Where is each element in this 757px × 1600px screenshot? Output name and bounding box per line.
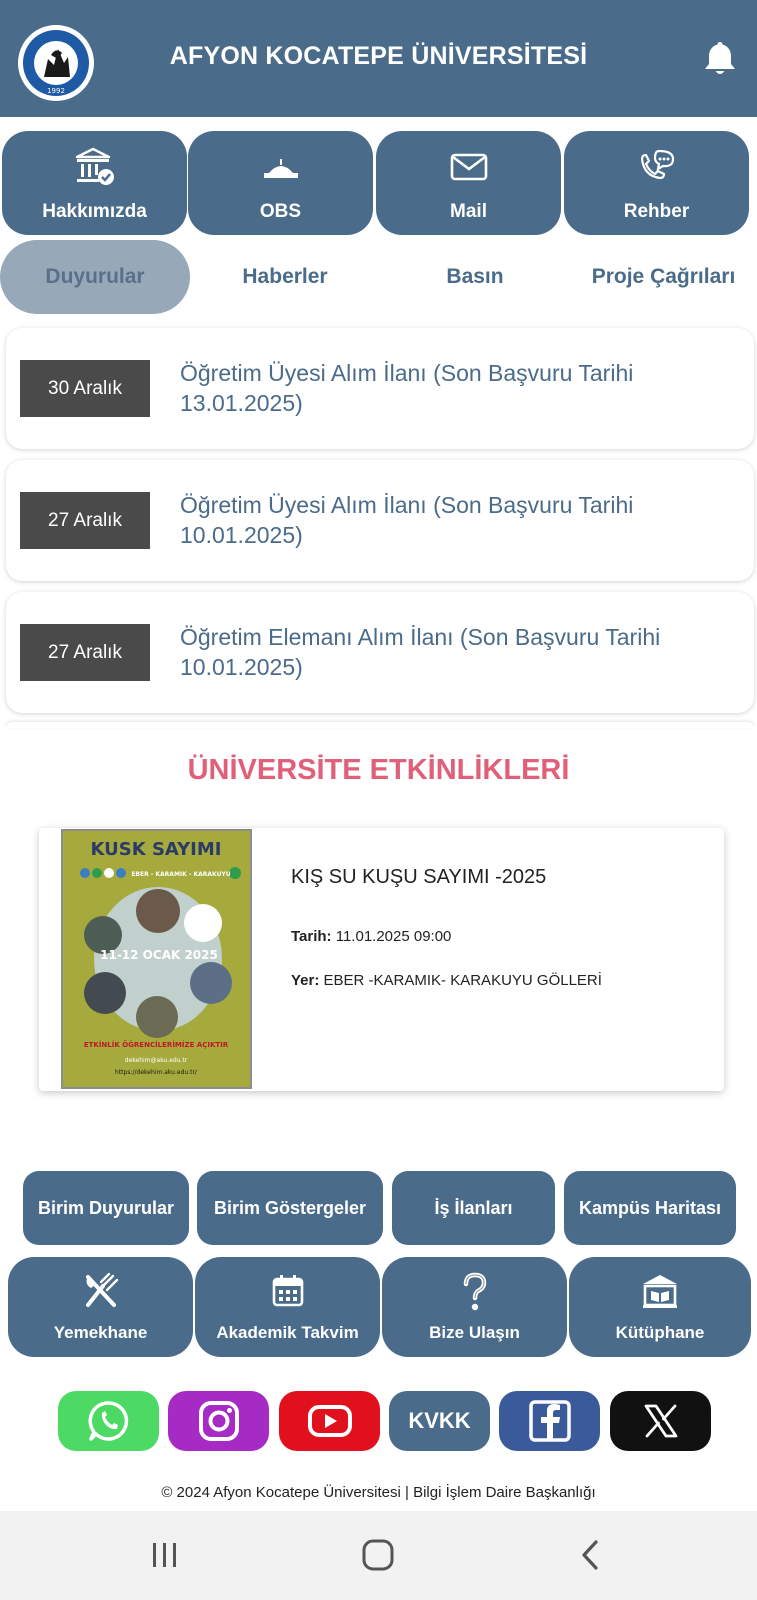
event-place-value: EBER -KARAMIK- KARAKUYU GÖLLERİ	[323, 972, 602, 989]
hakkimizda-button[interactable]: Hakkımızda	[2, 131, 187, 235]
university-logo-icon: 1992	[20, 27, 92, 99]
announcement-item[interactable]: 30 Aralık Öğretim Üyesi Alım İlanı (Son …	[6, 328, 754, 449]
recent-apps-icon	[153, 1543, 176, 1567]
birim-gostergeler-button[interactable]: Birim Göstergeler	[197, 1171, 383, 1245]
akademik-takvim-button[interactable]: Akademik Takvim	[195, 1257, 380, 1357]
building-icon	[263, 159, 298, 178]
poster-note: ETKİNLİK ÖĞRENCİLERİMİZE AÇIKTIR	[84, 1040, 229, 1049]
event-poster-image: KUSK SAYIMI EBER - KARAMIK - KARAKUYU 11…	[63, 831, 250, 1087]
kutuphane-label: Kütüphane	[615, 1323, 705, 1342]
app-header: 1992 AFYON KOCATEPE ÜNİVERSİTESİ	[0, 0, 757, 117]
bize-ulasin-label: Bize Ulaşın	[429, 1323, 520, 1342]
announcement-title: Öğretim Üyesi Alım İlanı (Son Başvuru Ta…	[180, 360, 634, 416]
home-icon	[362, 1539, 394, 1571]
announcement-date: 30 Aralık	[20, 360, 150, 417]
event-place-row: Yer: EBER -KARAMIK- KARAKUYU GÖLLERİ	[291, 972, 602, 989]
mail-label: Mail	[450, 201, 487, 222]
poster-url: https://dekehim.aku.edu.tr/	[115, 1069, 198, 1076]
tab-duyurular[interactable]: Duyurular	[0, 240, 190, 314]
calendar-icon	[272, 1275, 303, 1307]
event-date-label: Tarih:	[291, 928, 332, 945]
kutuphane-button[interactable]: Kütüphane	[569, 1257, 751, 1357]
system-navigation-bar	[0, 1511, 757, 1600]
event-date-row: Tarih: 11.01.2025 09:00	[291, 928, 451, 945]
announcement-title: Öğretim Üyesi Alım İlanı (Son Başvuru Ta…	[180, 492, 634, 548]
event-place-label: Yer:	[291, 972, 320, 989]
poster-heading: KUSK SAYIMI	[91, 839, 222, 860]
announcement-item[interactable]: 27 Aralık Öğretim Elemanı Alım İlanı (So…	[6, 592, 754, 713]
phone-chat-icon	[640, 149, 674, 180]
obs-button[interactable]: OBS	[188, 131, 373, 235]
facebook-icon	[528, 1400, 571, 1442]
event-card[interactable]: KUSK SAYIMI EBER - KARAMIK - KARAKUYU 11…	[39, 828, 724, 1091]
x-logo-icon	[644, 1404, 677, 1438]
announcement-date: 27 Aralık	[20, 492, 150, 549]
poster-email: dekehim@aku.edu.tr	[125, 1057, 188, 1064]
poster-sub: EBER - KARAMIK - KARAKUYU	[131, 871, 230, 878]
university-logo[interactable]: 1992	[18, 25, 94, 101]
envelope-icon	[450, 153, 487, 181]
bell-icon	[705, 42, 735, 74]
yemekhane-button[interactable]: Yemekhane	[8, 1257, 193, 1357]
recent-apps-button[interactable]	[143, 1533, 187, 1577]
youtube-button[interactable]	[279, 1391, 380, 1451]
announcement-title: Öğretim Elemanı Alım İlanı (Son Başvuru …	[180, 624, 661, 680]
footer-text: © 2024 Afyon Kocatepe Üniversitesi | Bil…	[161, 1484, 596, 1501]
home-button[interactable]	[356, 1533, 400, 1577]
facebook-button[interactable]	[499, 1391, 600, 1451]
event-title: KIŞ SU KUŞU SAYIMI -2025	[291, 866, 547, 888]
youtube-icon	[307, 1405, 352, 1437]
back-chevron-icon	[582, 1540, 598, 1570]
tab-proje-cagrilari[interactable]: Proje Çağrıları	[570, 240, 757, 314]
back-button[interactable]	[568, 1533, 612, 1577]
tab-haberler[interactable]: Haberler	[190, 240, 380, 314]
tab-basin[interactable]: Basın	[380, 240, 570, 314]
is-ilanlari-button[interactable]: İş İlanları	[392, 1171, 555, 1245]
instagram-icon	[198, 1401, 239, 1441]
announcement-list-edge	[6, 722, 754, 728]
announcement-item[interactable]: 27 Aralık Öğretim Üyesi Alım İlanı (Son …	[6, 460, 754, 581]
events-section-title: ÜNİVERSİTE ETKİNLİKLERİ	[187, 754, 570, 786]
hakkimizda-label: Hakkımızda	[42, 201, 147, 222]
kvkk-button[interactable]: KVKK	[389, 1391, 490, 1451]
kampus-haritasi-button[interactable]: Kampüs Haritası	[564, 1171, 736, 1245]
library-icon	[643, 1275, 677, 1308]
university-check-icon	[75, 147, 114, 185]
poster-dates: 11-12 OCAK 2025	[100, 948, 218, 962]
question-icon	[463, 1272, 486, 1311]
rehber-button[interactable]: Rehber	[564, 131, 749, 235]
birim-duyurular-button[interactable]: Birim Duyurular	[23, 1171, 189, 1245]
rehber-label: Rehber	[623, 201, 690, 222]
whatsapp-icon	[88, 1401, 128, 1441]
whatsapp-button[interactable]	[58, 1391, 159, 1451]
instagram-button[interactable]	[168, 1391, 269, 1451]
announcement-date: 27 Aralık	[20, 624, 150, 681]
notifications-button[interactable]	[703, 40, 737, 76]
event-poster[interactable]: KUSK SAYIMI EBER - KARAMIK - KARAKUYU 11…	[61, 829, 252, 1089]
x-button[interactable]	[610, 1391, 711, 1451]
event-date-value: 11.01.2025 09:00	[335, 928, 452, 945]
mail-button[interactable]: Mail	[376, 131, 561, 235]
obs-label: OBS	[259, 201, 302, 222]
akademik-takvim-label: Akademik Takvim	[216, 1323, 359, 1342]
yemekhane-label: Yemekhane	[53, 1323, 148, 1342]
page-title: AFYON KOCATEPE ÜNİVERSİTESİ	[169, 42, 588, 70]
bize-ulasin-button[interactable]: Bize Ulaşın	[382, 1257, 567, 1357]
logo-year: 1992	[47, 87, 65, 95]
fork-knife-icon	[85, 1272, 118, 1307]
